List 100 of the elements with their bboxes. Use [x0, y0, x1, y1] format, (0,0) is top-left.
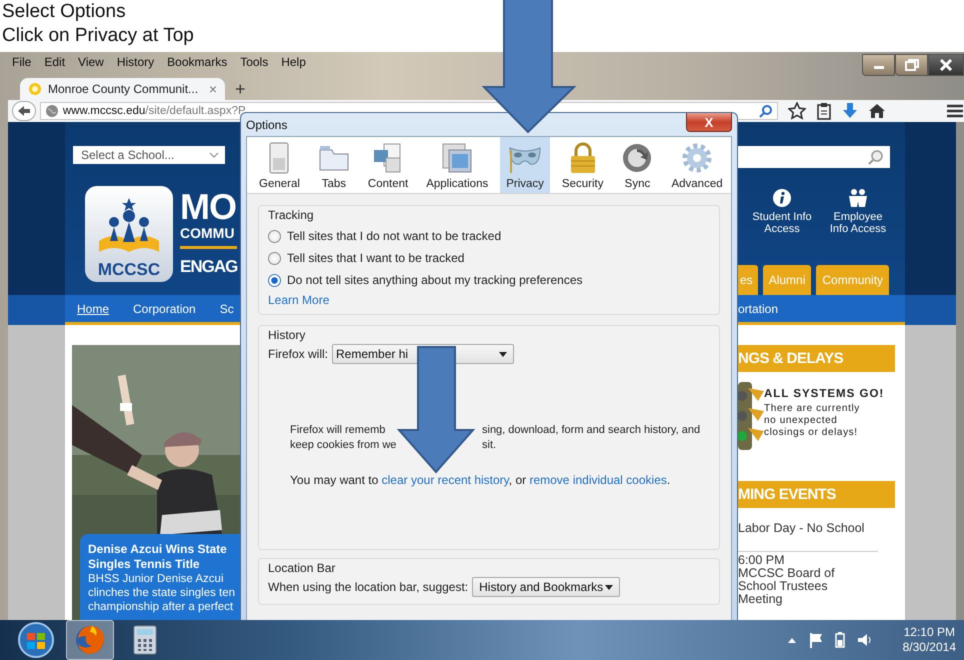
close-icon [939, 59, 953, 71]
battery-icon[interactable] [834, 632, 845, 648]
restore-icon [904, 59, 918, 71]
new-tab-button[interactable]: + [235, 80, 246, 100]
sync-icon [621, 142, 654, 174]
radio-label[interactable]: Tell sites that I do not want to be tracked [287, 229, 502, 243]
restore-button[interactable] [895, 54, 928, 76]
tab-close-button[interactable]: × [208, 81, 217, 97]
caret-icon [499, 352, 508, 356]
traffic-light-icon [738, 380, 764, 452]
field-label: Firefox will: [268, 347, 328, 361]
loading-icon [28, 82, 42, 96]
download-icon[interactable] [842, 102, 858, 120]
browser-tab[interactable]: Monroe County Communit... × [20, 78, 225, 100]
nav-link[interactable]: ortation [738, 302, 778, 316]
clear-history-link[interactable]: clear your recent history [382, 473, 509, 487]
minimize-button[interactable] [862, 54, 895, 76]
description-text: Firefox will rememb [290, 423, 386, 438]
section-heading: NGS & DELAYS [738, 345, 895, 372]
status-title: ALL SYSTEMS GO! [764, 388, 884, 400]
speaker-icon[interactable] [856, 632, 873, 648]
group-heading: Tracking [268, 208, 314, 222]
radio-button[interactable] [268, 274, 281, 286]
dialog-close-button[interactable]: X [686, 113, 732, 132]
story-text: BHSS Junior Denise Azcui [88, 572, 225, 586]
taskbar-button[interactable] [66, 620, 114, 660]
group-heading: Location Bar [268, 561, 336, 575]
logo-text: MCCSC [98, 260, 160, 280]
event-title[interactable]: MCCSC Board of School Trustees Meeting [738, 567, 843, 606]
menu-item[interactable]: Help [281, 54, 306, 70]
quick-link[interactable]: Employee Info Access [823, 211, 893, 235]
menu-item[interactable]: Bookmarks [167, 54, 228, 70]
description-text: sing, download, form and search history, and [482, 423, 700, 438]
description-text: keep cookies from we [290, 438, 398, 453]
school-select[interactable]: Select a School... [73, 146, 225, 164]
pane-tab[interactable]: Security [556, 137, 610, 193]
wordmark-text: COMMU [180, 224, 238, 249]
flag-icon[interactable] [808, 632, 823, 648]
menu-item[interactable]: File [12, 54, 32, 70]
quick-link[interactable]: Student Info Access [747, 211, 817, 235]
calculator-icon [133, 625, 157, 655]
suggest-select[interactable]: History and Bookmarks [472, 577, 620, 597]
menu-item[interactable]: View [78, 54, 104, 70]
menu-item[interactable]: History [116, 54, 154, 70]
people-icon[interactable] [847, 188, 869, 208]
nav-link[interactable]: Sc [220, 302, 234, 316]
back-button[interactable] [12, 101, 36, 121]
pane-tab[interactable]: Advanced [665, 137, 729, 193]
chevron-icon [209, 151, 219, 159]
home-icon[interactable] [868, 102, 886, 120]
section-heading: MING EVENTS [738, 481, 895, 508]
nav-link[interactable]: Corporation [133, 302, 196, 316]
search-icon[interactable] [759, 104, 773, 118]
description-text: sit. [482, 438, 498, 453]
story-text: clinches the state singles ten [88, 586, 236, 600]
info-icon[interactable] [772, 188, 792, 208]
event-title[interactable]: Labor Day - No School [738, 522, 878, 535]
pane-tab[interactable]: Privacy [500, 137, 550, 193]
show-hidden-icons-button[interactable] [786, 636, 797, 644]
window-icon [441, 142, 474, 174]
close-button[interactable] [928, 54, 964, 76]
back-arrow-icon [16, 105, 31, 117]
status-message: There are currently no unexpected closings or delays! [764, 403, 861, 439]
pane-tab[interactable]: Content [362, 137, 414, 193]
dialog-title: Options [246, 118, 288, 132]
hint-text: You may want to clear your recent history, or remove individual cookies. [290, 473, 670, 488]
globe-icon [44, 104, 59, 118]
nav-link[interactable]: Home [77, 302, 110, 316]
tab-title: Monroe County Communit... [48, 82, 198, 96]
learn-more-link[interactable]: Learn More [268, 293, 330, 307]
fox-globe-icon [74, 624, 106, 656]
clock-date[interactable]: 8/30/2014 [902, 640, 956, 655]
field-label: When using the location bar, suggest: [268, 580, 468, 594]
caret-icon [605, 584, 614, 590]
wordmark-text: ENGAG [180, 256, 238, 278]
site-search-field[interactable] [738, 146, 890, 168]
pane-tab[interactable]: Applications [420, 137, 494, 193]
pane-tab[interactable]: Sync [615, 137, 660, 193]
radio-label[interactable]: Do not tell sites anything about my tracking preferences [287, 273, 582, 287]
pane-tab[interactable]: Tabs [312, 137, 356, 193]
star-icon[interactable] [788, 102, 806, 120]
remove-cookies-link[interactable]: remove individual cookies [529, 473, 667, 487]
menu-item[interactable]: Edit [44, 54, 66, 70]
group-heading: History [268, 328, 306, 342]
radio-button[interactable] [268, 252, 281, 264]
menu-item[interactable]: Tools [240, 54, 268, 70]
search-icon [868, 149, 884, 165]
menu-icon[interactable] [946, 103, 964, 119]
story-title[interactable]: Denise Azcui Wins State Singles Tennis Title [88, 542, 240, 572]
pane-tab[interactable]: General [253, 137, 306, 193]
clipboard-icon[interactable] [816, 102, 832, 120]
clock-time[interactable]: 12:10 PM [904, 625, 955, 640]
story-text: championship after a perfect [88, 600, 234, 614]
radio-label[interactable]: Tell sites that I want to be tracked [287, 251, 464, 265]
event-time: 6:00 PM [738, 554, 786, 567]
instruction-text: Click on Privacy at Top [2, 24, 195, 48]
wordmark-text: MO [180, 190, 237, 224]
instruction-text: Select Options [2, 0, 127, 24]
radio-button[interactable] [268, 230, 281, 242]
url-text: www.mccsc.edu/site/default.aspx?P [62, 105, 246, 117]
